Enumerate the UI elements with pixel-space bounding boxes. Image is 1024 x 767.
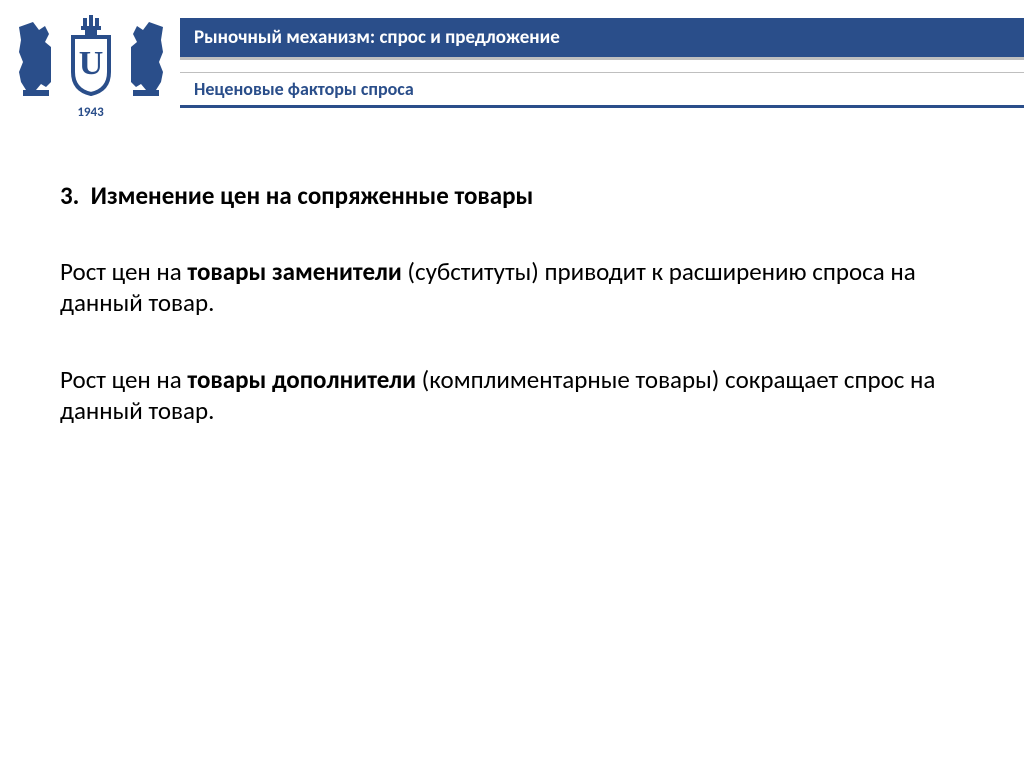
slide-title-bar: Рыночный механизм: спрос и предложение xyxy=(180,18,1024,60)
svg-text:U: U xyxy=(78,45,103,82)
university-logo: U 1943 xyxy=(8,8,173,123)
heading-number: 3. xyxy=(60,180,79,211)
para2-pre: Рост цен на xyxy=(60,364,187,395)
section-heading: 3. Изменение цен на сопряженные товары xyxy=(60,180,964,211)
logo-griffins-icon: U xyxy=(11,12,171,107)
slide-subtitle: Неценовые факторы спроса xyxy=(194,78,414,100)
para1-pre: Рост цен на xyxy=(60,256,187,287)
slide-content: 3. Изменение цен на сопряженные товары Р… xyxy=(0,130,1024,426)
slide-subtitle-bar: Неценовые факторы спроса xyxy=(180,72,1024,108)
slide-title: Рыночный механизм: спрос и предложение xyxy=(194,26,560,49)
slide-header: U 1943 Рыночный механизм: спрос и предло… xyxy=(0,0,1024,130)
logo-year: 1943 xyxy=(77,105,103,120)
paragraph-1: Рост цен на товары заменители (субститут… xyxy=(60,256,964,319)
para1-bold: товары заменители xyxy=(187,256,401,287)
heading-text: Изменение цен на сопряженные товары xyxy=(91,180,534,211)
para2-bold: товары дополнители xyxy=(187,364,416,395)
paragraph-2: Рост цен на товары дополнители (комплиме… xyxy=(60,364,964,427)
